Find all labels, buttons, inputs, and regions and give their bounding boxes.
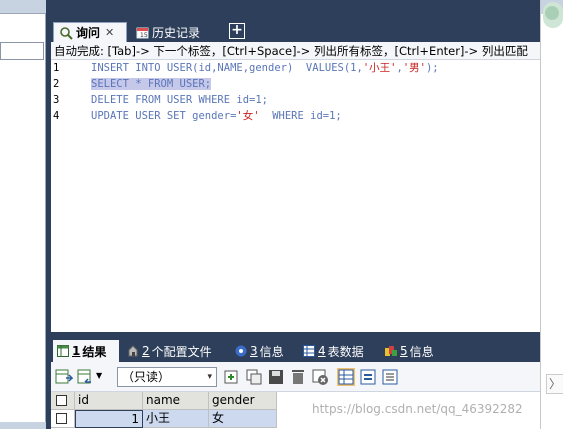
chevron-right-icon[interactable]: 〉	[546, 374, 563, 394]
copy-row-icon[interactable]	[245, 368, 263, 386]
line-number: 1	[53, 62, 60, 74]
import-icon[interactable]	[77, 368, 95, 386]
code-line-update: UPDATE USER SET gender='女' WHERE id=1;	[91, 110, 342, 122]
editor-title-strip	[51, 0, 540, 20]
query-icon	[60, 26, 73, 40]
column-header-name[interactable]: name	[143, 392, 209, 410]
select-all-checkbox[interactable]	[51, 392, 75, 410]
tab-query-label: 询问	[76, 26, 101, 40]
tab-results[interactable]: 1 结果	[53, 340, 119, 362]
save-icon[interactable]	[267, 368, 285, 386]
watermark: https://blog.csdn.net/qq_46392282	[312, 402, 523, 416]
export-icon[interactable]	[55, 368, 73, 386]
info-icon	[235, 345, 247, 357]
import-dropdown-icon[interactable]: ▼	[96, 371, 102, 380]
message-icon	[385, 346, 397, 356]
line-number-gutter: 1 2 3 4	[51, 60, 87, 332]
add-tab-button[interactable]: +	[229, 23, 245, 39]
text-view-icon[interactable]	[381, 368, 399, 386]
autocomplete-hint: 自动完成: [Tab]-> 下一个标签，[Ctrl+Space]-> 列出所有标…	[51, 42, 540, 60]
tab-messages[interactable]: 5 信息	[381, 340, 438, 362]
profile-icon	[128, 345, 138, 357]
query-tab-bar: 询问 ✕ 15 历史记录 +	[51, 20, 540, 42]
discard-icon[interactable]	[311, 368, 329, 386]
tab-table-data[interactable]: 4 表数据	[299, 340, 368, 362]
grid-icon	[57, 345, 69, 357]
form-view-icon[interactable]	[359, 368, 377, 386]
chevron-down-icon: ▾	[207, 372, 212, 382]
grid-view-icon[interactable]	[337, 368, 355, 386]
tab-info[interactable]: 3 信息	[231, 340, 288, 362]
table-icon	[303, 345, 315, 357]
code-line-delete: DELETE FROM USER WHERE id=1;	[91, 94, 269, 106]
code-area[interactable]: INSERT INTO USER(id,NAME,gender) VALUES(…	[91, 60, 540, 124]
result-tab-bar: 1 结果 2 个配置文件 3 信息 4 表数据 5 信息	[51, 338, 540, 362]
line-number: 3	[53, 94, 60, 106]
results-toolbar: ▼ （只读） ▾	[51, 362, 540, 392]
object-browser-panel	[0, 0, 46, 429]
object-browser-header	[0, 0, 46, 14]
column-header-gender[interactable]: gender	[209, 392, 277, 410]
object-browser-filter-input[interactable]	[0, 42, 44, 60]
tab-query[interactable]: 询问 ✕	[53, 22, 127, 42]
delete-icon[interactable]	[289, 368, 307, 386]
line-number: 4	[53, 110, 60, 122]
line-number: 2	[53, 78, 60, 90]
tab-history-label: 历史记录	[152, 25, 201, 40]
sql-editor[interactable]: 1 2 3 4 INSERT INTO USER(id,NAME,gender)…	[51, 60, 540, 332]
mode-select[interactable]: （只读） ▾	[117, 367, 217, 387]
row-checkbox[interactable]	[51, 410, 75, 428]
decorative-dot	[545, 6, 559, 20]
cell-id[interactable]: 1	[75, 410, 143, 428]
column-header-id[interactable]: id	[75, 392, 143, 410]
add-row-icon[interactable]	[223, 368, 241, 386]
svg-text:15: 15	[140, 32, 148, 39]
tab-profile[interactable]: 2 个配置文件	[123, 340, 216, 362]
calendar-icon: 15	[136, 27, 149, 39]
cell-name[interactable]: 小王	[143, 410, 209, 428]
tab-history[interactable]: 15 历史记录	[131, 22, 223, 42]
cell-gender[interactable]: 女	[209, 410, 277, 428]
object-browser-selected-row[interactable]	[0, 422, 46, 429]
query-editor-panel: 询问 ✕ 15 历史记录 + 自动完成: [Tab]-> 下一个标签，[Ctrl…	[51, 0, 540, 429]
code-line-insert: INSERT INTO USER(id,NAME,gender) VALUES(…	[91, 62, 439, 74]
code-line-select: SELECT * FROM USER;	[91, 78, 212, 90]
right-side-panel: 〉	[540, 0, 563, 429]
close-icon[interactable]: ✕	[105, 26, 114, 39]
